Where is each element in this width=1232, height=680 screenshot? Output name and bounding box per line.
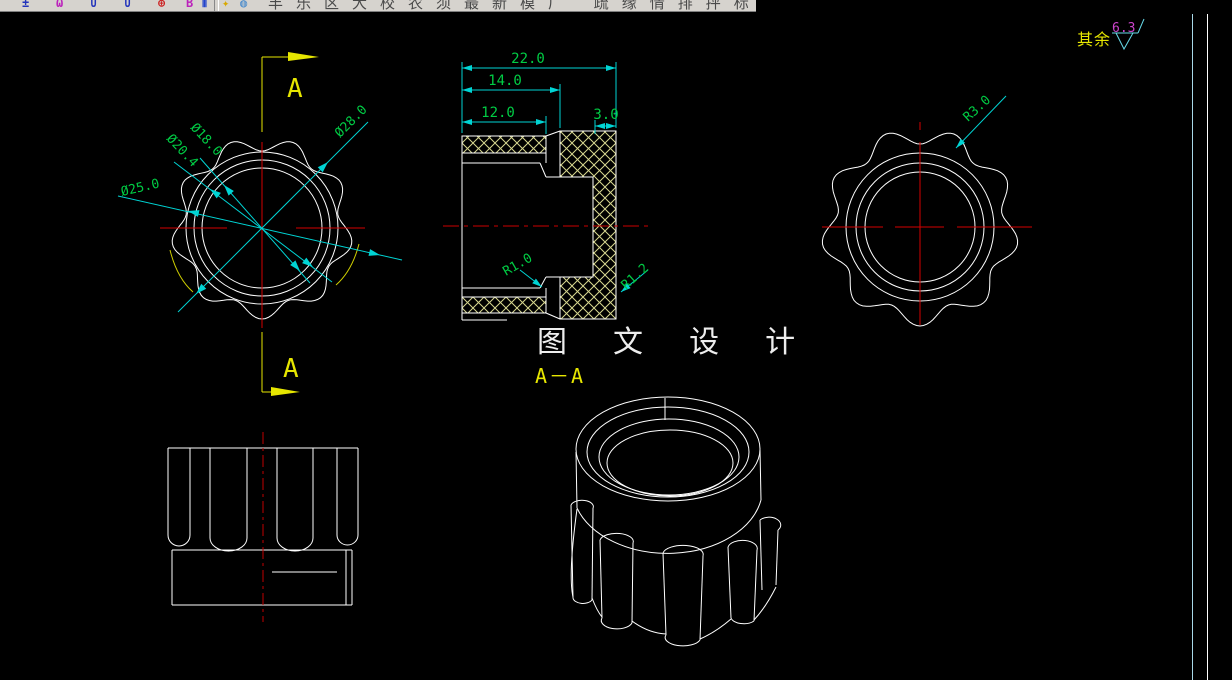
text-style-icon[interactable]: B [186,0,193,10]
section-cut-marker: A A [261,52,319,396]
cut-arrow-bottom [271,387,300,396]
section-label: A－A [535,364,585,388]
toolbar-separator [214,0,219,11]
back-centerlines [822,122,1032,325]
fillet-r10: R1.0 [501,251,536,280]
spline-icon[interactable]: ω [56,0,63,10]
osnap-target-icon[interactable]: ⊕ [158,0,165,10]
ucs-world-icon[interactable]: ∪ [124,0,131,10]
end-wall-hatch [559,130,617,320]
window-title-text: 丰乐区大校农须最新模厂 疏缘情排抨标秘子 [268,0,756,12]
fillet-r12: R1.2 [619,261,652,293]
star-icon[interactable]: ✦ [222,0,229,10]
iso-view [570,396,782,647]
dim-r3: R3.0 [961,93,994,125]
ucs-icon[interactable]: ∪ [90,0,97,10]
highlight-arc-right [335,243,360,286]
columns-icon[interactable]: ⫴ [202,0,207,10]
highlight-arc-left [169,249,194,293]
dim-dia-25: Ø25.0 [120,176,162,199]
iso-skirt [570,508,777,640]
dim-style-icon[interactable]: ± [22,0,29,10]
side-view [167,432,359,622]
section-dim-texts: 22.0 14.0 12.0 3.0 [481,51,619,123]
dim-3: 3.0 [593,107,618,123]
dim-22: 22.0 [511,51,545,67]
drawing-canvas[interactable]: A A Ø18.0 Ø20.4 Ø25.0 Ø28.0 22.0 14.0 12… [0,0,1232,680]
section-ext-lines [461,62,617,134]
dim-12: 12.0 [481,105,515,121]
tube-wall-top-hatch [461,135,547,154]
tube-wall-bottom-hatch [461,296,547,314]
front-dim-texts: Ø18.0 Ø20.4 Ø25.0 Ø28.0 [120,103,371,200]
cad-application-window: ± ω ∪ ∪ ⊕ B ⫴ ✦ ◍ 丰乐区大校农须最新模厂 疏缘情排抨标秘子 [0,0,1232,680]
watermark-text: 图 文 设 计 [537,325,809,360]
dim-14: 14.0 [488,73,522,89]
toolbar-strip: ± ω ∪ ∪ ⊕ B ⫴ ✦ ◍ 丰乐区大校农须最新模厂 疏缘情排抨标秘子 [0,0,756,12]
roughness-note: 其余 6.3 [1077,18,1145,51]
roughness-value: 6.3 [1112,21,1135,36]
dim-dia-28: Ø28.0 [332,103,370,141]
section-view: 22.0 14.0 12.0 3.0 R1.0 R1.2 图 文 设 计 A－A [443,51,809,388]
cut-label-bottom: A [283,354,299,384]
globe-icon[interactable]: ◍ [240,0,247,10]
front-view: A A Ø18.0 Ø20.4 Ø25.0 Ø28.0 [117,52,403,396]
sheet-border [1192,14,1208,680]
roughness-prefix: 其余 [1077,30,1111,49]
back-view: R3.0 [821,93,1032,327]
cut-arrow-top [288,52,319,61]
cut-label-top: A [287,74,303,104]
